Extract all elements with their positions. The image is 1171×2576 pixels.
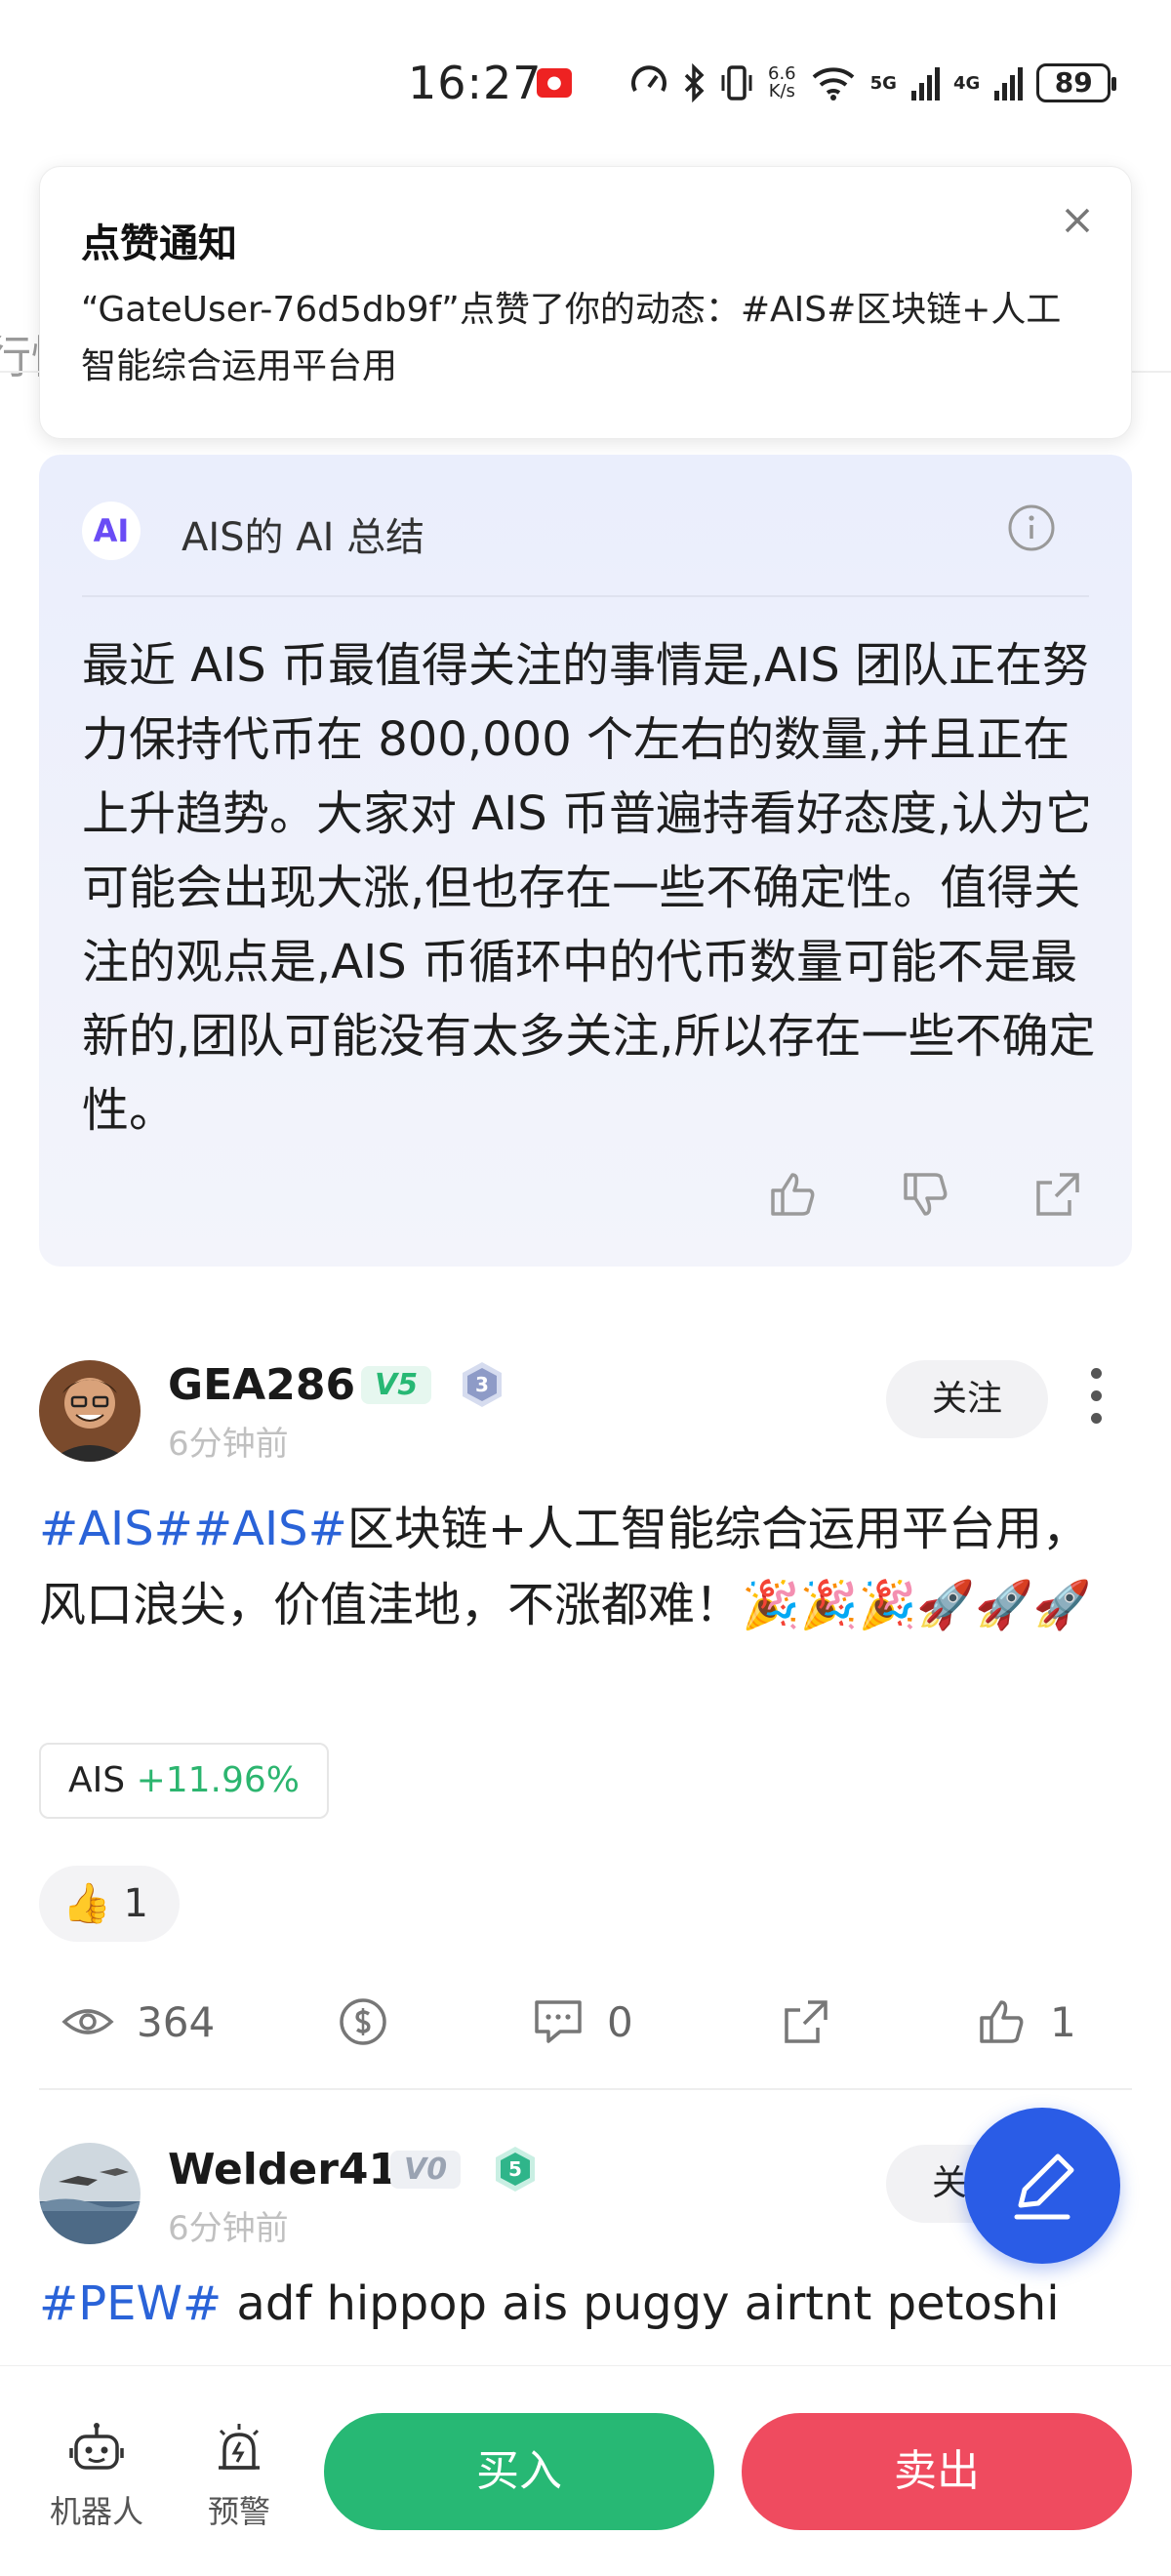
username[interactable]: GEA286 (168, 1360, 355, 1410)
share-stat[interactable] (779, 1983, 833, 2061)
hashtag[interactable]: #PEW# (39, 2276, 222, 2331)
post-text: #AIS##AIS#区块链+人工智能综合运用平台用，风口浪尖，价值洼地，不涨都难… (39, 1491, 1132, 1643)
vibrate-icon (721, 65, 752, 101)
coin-change: +11.96% (136, 1760, 300, 1800)
post-time: 6分钟前 (168, 2209, 289, 2248)
likes-stat[interactable]: 1 (974, 1983, 1076, 2061)
hashtag[interactable]: #AIS# (39, 1502, 193, 1556)
post-stats: 364 0 1 (0, 1983, 1171, 2061)
sell-button[interactable]: 卖出 (742, 2413, 1132, 2530)
share-icon[interactable] (779, 1994, 833, 2049)
comment-icon[interactable] (531, 1994, 586, 2049)
level-badge-icon: 3 (463, 1362, 502, 1407)
more-options-icon[interactable] (1091, 1368, 1107, 1435)
notification-title: 点赞通知 (81, 221, 237, 266)
comments-count: 0 (607, 1997, 633, 2046)
robot-label: 机器人 (49, 2493, 143, 2530)
alert-button[interactable]: 预警 (185, 2421, 293, 2532)
robot-icon (69, 2423, 124, 2470)
post-divider (39, 2088, 1132, 2090)
buy-button[interactable]: 买入 (324, 2413, 714, 2530)
status-bar: 16:27 ● 6.6 K/s 5G 4G 89 (0, 0, 1171, 166)
thumbs-up-icon[interactable] (765, 1167, 820, 1222)
follow-button[interactable]: 关注 (886, 1360, 1048, 1438)
coin-chip[interactable]: AIS +11.96% (39, 1743, 329, 1819)
svg-text:5: 5 (508, 2157, 522, 2181)
battery-icon: 89 (1036, 63, 1117, 102)
close-icon[interactable] (1053, 196, 1102, 245)
avatar[interactable] (39, 2143, 141, 2244)
ai-badge-icon: AI (82, 502, 141, 560)
signal-bars-icon (994, 67, 1024, 101)
like-notification[interactable]: 点赞通知 “GateUser-76d5db9f”点赞了你的动态：#AIS#区块链… (39, 166, 1132, 439)
alert-label: 预警 (207, 2493, 270, 2530)
coin-icon[interactable] (336, 1994, 390, 2049)
post-time: 6分钟前 (168, 1425, 289, 1464)
hashtag[interactable]: #AIS# (193, 1502, 347, 1556)
reaction-count: 1 (123, 1881, 148, 1926)
avatar[interactable] (39, 1360, 141, 1462)
speedometer-icon (631, 65, 666, 92)
ai-summary-divider (82, 595, 1089, 597)
ai-summary-text: 最近 AIS 币最值得关注的事情是,AIS 团队正在努力保持代币在 800,00… (82, 638, 1096, 1138)
likes-count: 1 (1050, 1997, 1076, 2046)
post-text: #PEW# adf hippop ais puggy airtnt petosh… (39, 2266, 1132, 2342)
ai-summary-actions (765, 1167, 1085, 1222)
coin-symbol: AIS (68, 1760, 126, 1800)
reaction-chip[interactable]: 👍 1 (39, 1866, 180, 1942)
views-stat: 364 (61, 1983, 215, 2061)
net-speed: 6.6 K/s (768, 63, 796, 101)
robot-button[interactable]: 机器人 (43, 2421, 150, 2532)
app-notification-icon: ● (537, 68, 572, 98)
tip-stat[interactable] (336, 1983, 390, 2061)
bottom-action-bar: 机器人 预警 买入 卖出 (0, 2365, 1171, 2576)
post-body: adf hippop ais puggy airtnt petoshi (222, 2276, 1060, 2331)
status-icons: 6.6 K/s 5G 4G 89 (629, 60, 1117, 105)
signal-5g-label: 5G (869, 72, 897, 94)
username[interactable]: Welder41 (168, 2145, 398, 2194)
vip-badge: V5 (361, 1366, 432, 1404)
views-count: 364 (137, 1997, 216, 2046)
reaction-emoji: 👍 (62, 1881, 111, 1926)
bluetooth-icon (684, 63, 705, 102)
status-time: 16:27 (408, 57, 543, 109)
alarm-icon (219, 2424, 260, 2470)
ai-summary-card: AI AIS的 AI 总结 最近 AIS 币最值得关注的事情是,AIS 团队正在… (39, 455, 1132, 1267)
comments-stat[interactable]: 0 (531, 1983, 633, 2061)
share-icon[interactable] (1030, 1167, 1085, 1222)
level-badge-icon: 5 (496, 2147, 535, 2192)
signal-bars-icon (910, 67, 940, 101)
signal-4g-label: 4G (952, 72, 981, 94)
wifi-icon (812, 67, 854, 101)
svg-text:3: 3 (475, 1373, 489, 1396)
compose-button[interactable] (964, 2108, 1120, 2264)
ai-summary-title: AIS的 AI 总结 (182, 515, 425, 560)
pencil-icon (1014, 2153, 1074, 2220)
eye-icon (61, 2009, 114, 2034)
thumbs-down-icon[interactable] (898, 1167, 952, 1222)
thumbs-up-icon[interactable] (974, 1994, 1029, 2049)
notification-body: “GateUser-76d5db9f”点赞了你的动态：#AIS#区块链+人工智能… (81, 290, 1062, 386)
vip-badge: V0 (390, 2151, 462, 2189)
info-icon[interactable] (1005, 502, 1058, 554)
